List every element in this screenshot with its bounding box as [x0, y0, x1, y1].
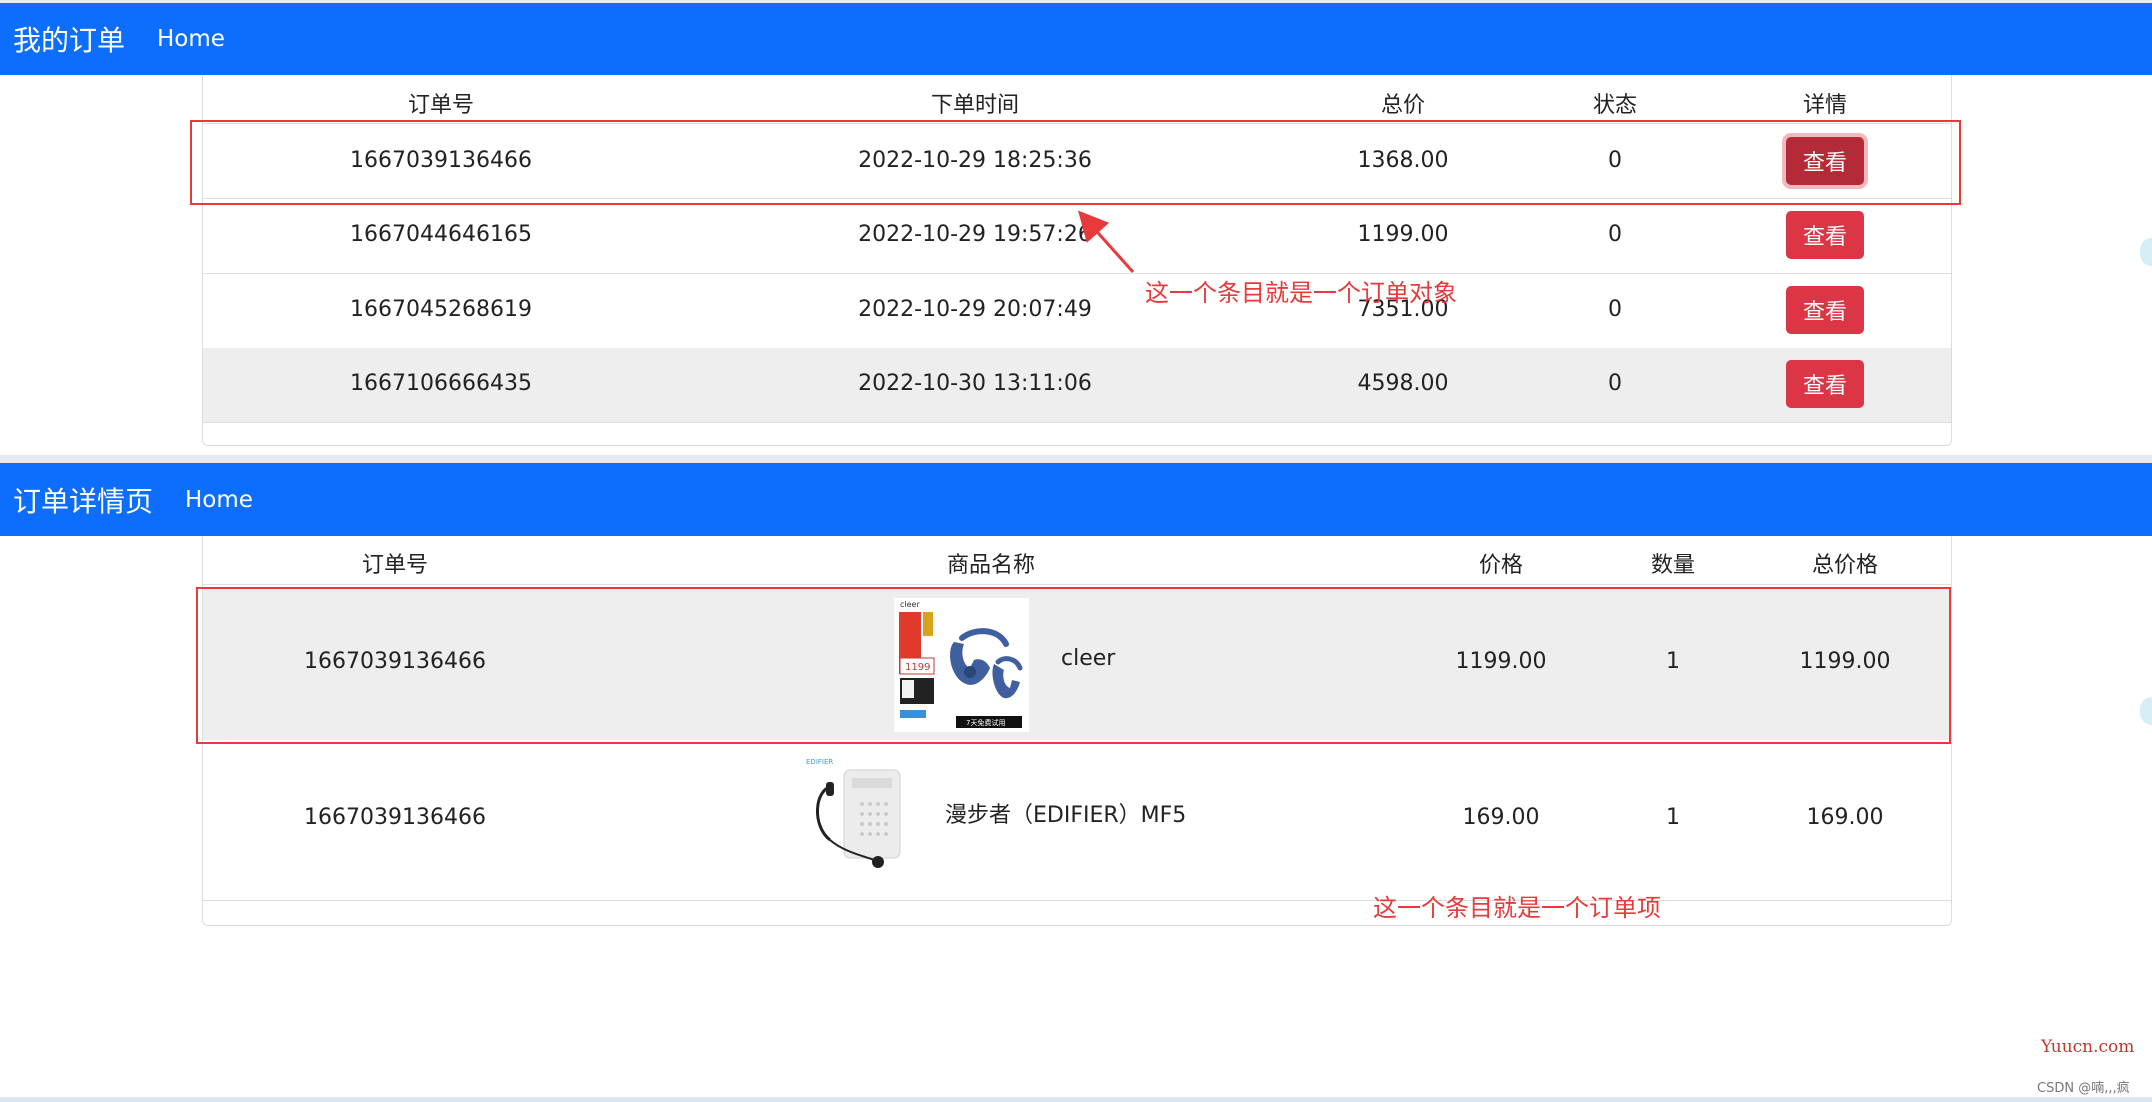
header-price: 价格 [1478, 553, 1524, 578]
header-status: 状态 [1592, 93, 1638, 118]
csdn-credit: CSDN @喃,,,疯 [2037, 1081, 2130, 1096]
orders-navbar: 我的订单 Home [0, 3, 2152, 75]
edge-handle [2140, 238, 2152, 266]
order-time: 2022-10-30 13:11:06 [858, 371, 1092, 396]
navbar-brand-my-orders[interactable]: 我的订单 [13, 19, 125, 59]
annotation-order-object: 这一个条目就是一个订单对象 [1145, 279, 1457, 307]
header-order-time: 下单时间 [930, 93, 1020, 118]
table-row: 1667044646165 2022-10-29 19:57:26 1199.0… [203, 199, 1951, 273]
orders-table-header: 订单号 下单时间 总价 状态 详情 [203, 75, 1951, 123]
order-status: 0 [1608, 222, 1622, 247]
row-divider [203, 900, 1951, 901]
item-order-id: 1667039136466 [304, 805, 486, 830]
item-quantity: 1 [1666, 805, 1680, 830]
row-divider [203, 422, 1951, 423]
header-divider [203, 584, 1951, 585]
item-total: 169.00 [1806, 805, 1884, 830]
header-order-id: 订单号 [361, 553, 429, 578]
header-quantity: 数量 [1650, 553, 1696, 578]
order-time: 2022-10-29 19:57:26 [858, 222, 1092, 247]
view-order-button[interactable]: 查看 [1786, 286, 1864, 334]
order-id: 1667044646165 [350, 222, 532, 247]
annotation-order-item: 这一个条目就是一个订单项 [1373, 894, 1661, 922]
order-id: 1667106666435 [350, 371, 532, 396]
order-detail-navbar: 订单详情页 Home [0, 463, 2152, 536]
item-price: 169.00 [1462, 805, 1540, 830]
edifier-logo-text: EDIFIER [806, 758, 833, 766]
navbar-brand-order-detail[interactable]: 订单详情页 [13, 480, 153, 520]
items-table-header: 订单号 商品名称 价格 数量 总价格 [203, 536, 1951, 584]
header-total: 总价 [1380, 93, 1426, 118]
navbar-home-link[interactable]: Home [157, 26, 225, 52]
header-detail: 详情 [1802, 93, 1848, 118]
header-total-price: 总价格 [1811, 553, 1879, 578]
order-id: 1667045268619 [350, 297, 532, 322]
order-total: 1199.00 [1357, 222, 1449, 247]
window-bottom-border [0, 1097, 2152, 1102]
table-row: 1667106666435 2022-10-30 13:11:06 4598.0… [203, 348, 1951, 422]
navbar-home-link[interactable]: Home [185, 487, 253, 513]
edge-handle [2140, 697, 2152, 725]
product-image-edifier: EDIFIER [804, 756, 921, 880]
watermark: Yuucn.com [2041, 1037, 2135, 1057]
highlight-item-row [196, 587, 1951, 744]
table-row: 1667039136466 EDIFIER 漫步者（EDIFIER）MF5 16… [203, 742, 1951, 898]
header-order-id: 订单号 [407, 93, 475, 118]
order-total: 4598.00 [1357, 371, 1449, 396]
header-product-name: 商品名称 [946, 553, 1036, 578]
product-name: 漫步者（EDIFIER）MF5 [945, 803, 1187, 828]
order-status: 0 [1608, 297, 1622, 322]
view-order-button[interactable]: 查看 [1786, 211, 1864, 259]
order-status: 0 [1608, 371, 1622, 396]
table-row: 1667045268619 2022-10-29 20:07:49 7351.0… [203, 274, 1951, 348]
order-time: 2022-10-29 20:07:49 [858, 297, 1092, 322]
highlight-order-row [190, 120, 1961, 205]
section-separator [0, 455, 2152, 463]
view-order-button[interactable]: 查看 [1786, 360, 1864, 408]
